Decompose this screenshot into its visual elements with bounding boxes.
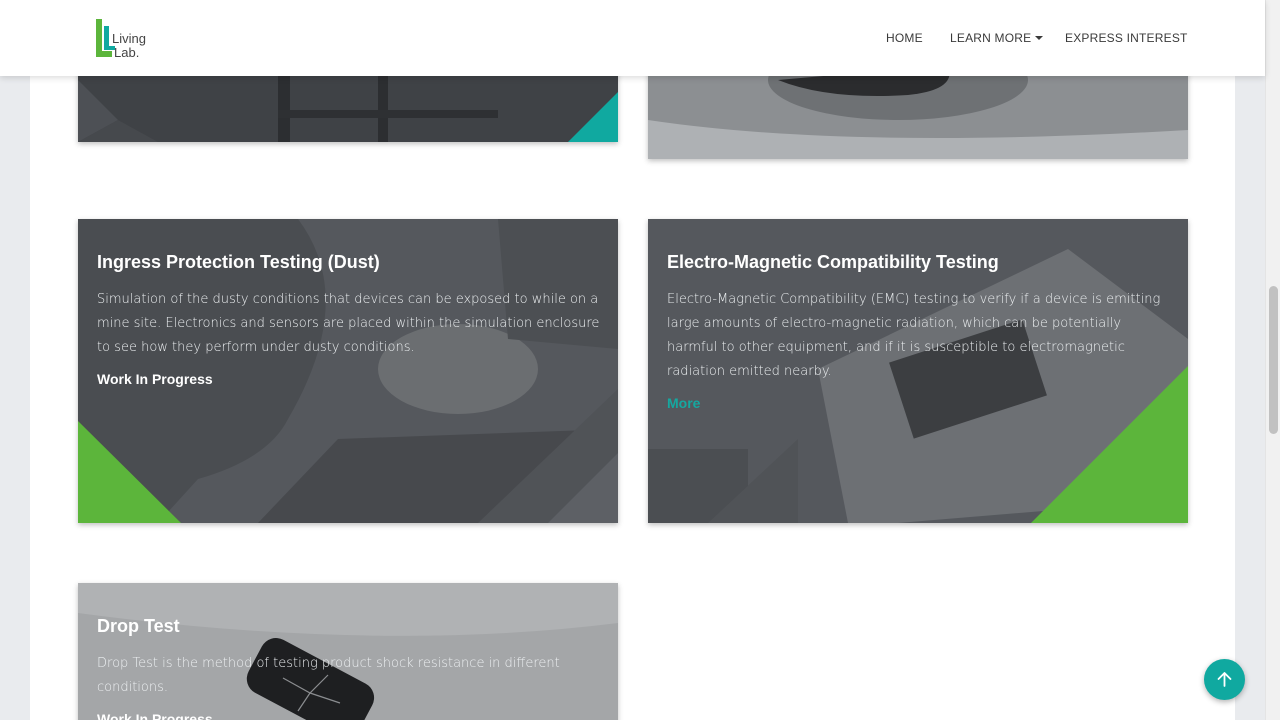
nav-learn-more-dropdown[interactable]: LEARN MORE — [950, 31, 1044, 45]
card-description: Drop Test is the method of testing produ… — [97, 656, 560, 695]
nav-learn-more-label: LEARN MORE — [950, 31, 1032, 45]
navbar: Living Lab. HOME LEARN MORE EXPRESS INTE… — [0, 0, 1265, 76]
card-content: Ingress Protection Testing (Dust) Simula… — [97, 250, 600, 388]
card-ingress-protection-dust: Ingress Protection Testing (Dust) Simula… — [78, 219, 618, 523]
logo-text-lab: Lab. — [114, 45, 139, 60]
scroll-to-top-button[interactable] — [1204, 659, 1245, 700]
card-title: Ingress Protection Testing (Dust) — [97, 252, 380, 272]
card-status: Work In Progress — [97, 371, 213, 387]
card-more-link[interactable]: More — [667, 394, 1170, 412]
nav-home-link[interactable]: HOME — [886, 31, 923, 45]
arrow-up-icon — [1217, 672, 1232, 687]
living-lab-logo[interactable]: Living Lab. — [93, 17, 157, 61]
card-title: Electro-Magnetic Compatibility Testing — [667, 252, 999, 272]
card-emc-testing: Electro-Magnetic Compatibility Testing E… — [648, 219, 1188, 523]
card-status: Work In Progress — [97, 711, 213, 720]
card-title: Drop Test — [97, 616, 180, 636]
card-description: Electro-Magnetic Compatibility (EMC) tes… — [667, 292, 1161, 379]
nav-express-interest-link[interactable]: EXPRESS INTEREST — [1065, 31, 1188, 45]
card-description: Simulation of the dusty conditions that … — [97, 292, 600, 355]
page-scrollbar[interactable] — [1265, 0, 1280, 720]
caret-down-icon — [1035, 36, 1044, 40]
card-content: Drop Test Drop Test is the method of tes… — [97, 614, 600, 720]
scrollbar-thumb[interactable] — [1269, 286, 1278, 434]
card-drop-test: Drop Test Drop Test is the method of tes… — [78, 583, 618, 720]
card-content: Electro-Magnetic Compatibility Testing E… — [667, 250, 1170, 412]
logo-text-living: Living — [112, 31, 146, 46]
